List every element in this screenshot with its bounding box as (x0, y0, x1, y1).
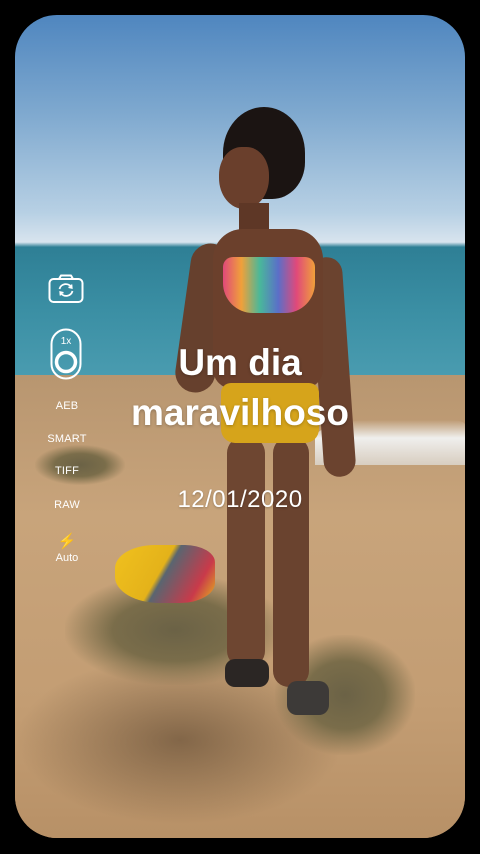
camera-switch-icon[interactable] (48, 274, 84, 304)
person-face (219, 147, 269, 209)
overlay-date: 12/01/2020 (177, 486, 303, 513)
person-leg (273, 437, 309, 687)
flash-mode-label: Auto (55, 552, 79, 564)
flash-icon: ⚡ (57, 533, 77, 550)
title-line-1: Um dia (178, 342, 302, 383)
sandal (287, 681, 329, 715)
title-line-2: maravilhoso (131, 392, 349, 433)
person-leg (227, 437, 265, 667)
bikini-top (223, 257, 315, 313)
flash-button[interactable]: ⚡ Auto (28, 533, 106, 565)
overlay-title: Um dia maravilhoso (0, 338, 480, 438)
sandal (225, 659, 269, 687)
tiff-option[interactable]: TIFF (28, 465, 106, 477)
